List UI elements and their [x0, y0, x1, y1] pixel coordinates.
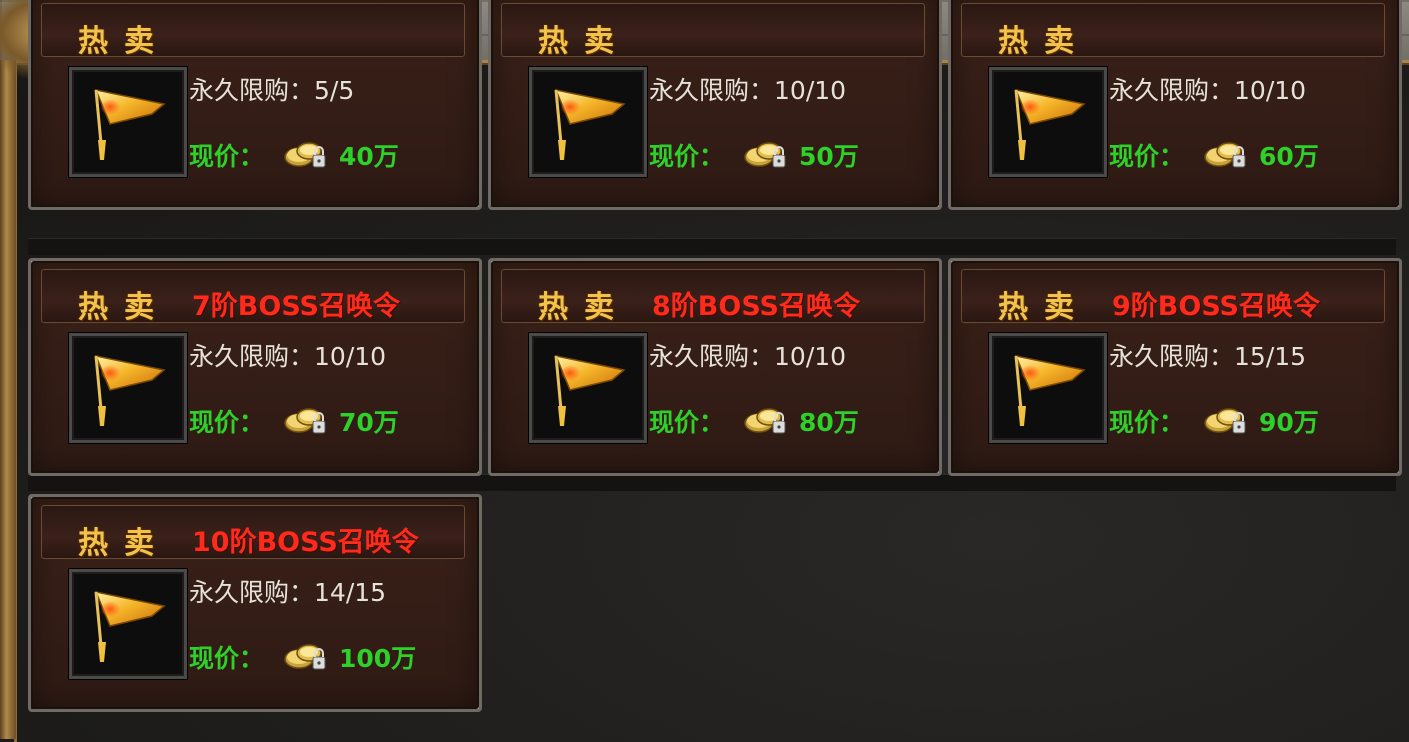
- flag-icon: [90, 346, 170, 430]
- flag-icon: [550, 346, 630, 430]
- gold-coin-icon: [283, 405, 329, 435]
- item-name: 10阶BOSS召唤令: [192, 527, 419, 558]
- purchase-limit: 永久限购：10/10: [189, 337, 386, 373]
- limit-label: 永久限购：: [649, 342, 775, 371]
- item-icon-slot[interactable]: [69, 333, 187, 443]
- item-name: 9阶BOSS召唤令: [1112, 291, 1320, 322]
- card-header: 热卖 7阶BOSS召唤令: [41, 269, 465, 325]
- flag-icon: [90, 80, 170, 164]
- product-card[interactable]: 热卖 永久限购：5/5 现价： 40万: [28, 0, 482, 210]
- price-value: 50万: [799, 142, 859, 171]
- purchase-limit: 永久限购：10/10: [649, 337, 846, 373]
- gold-coin-icon: [743, 139, 789, 169]
- product-card[interactable]: 热卖 10阶BOSS召唤令 永久限购：14/15 现价： 100万: [28, 494, 482, 712]
- limit-value: 10/10: [774, 342, 847, 371]
- item-icon-slot[interactable]: [529, 333, 647, 443]
- hot-sale-label: 热卖: [998, 24, 1090, 59]
- purchase-limit: 永久限购：10/10: [649, 71, 846, 107]
- limit-value: 10/10: [314, 342, 387, 371]
- price-value: 60万: [1259, 142, 1319, 171]
- hot-sale-label: 热卖: [998, 290, 1090, 325]
- limit-label: 永久限购：: [1109, 342, 1235, 371]
- hot-sale-label: 热卖: [78, 290, 170, 325]
- item-icon-slot[interactable]: [529, 67, 647, 177]
- product-card[interactable]: 热卖 9阶BOSS召唤令 永久限购：15/15 现价： 90万: [948, 258, 1402, 476]
- price-value: 100万: [339, 644, 417, 673]
- limit-label: 永久限购：: [189, 578, 315, 607]
- price-value: 40万: [339, 142, 399, 171]
- limit-label: 永久限购：: [189, 76, 315, 105]
- item-name: 7阶BOSS召唤令: [192, 291, 400, 322]
- hot-sale-label: 热卖: [78, 24, 170, 59]
- hot-sale-label: 热卖: [538, 24, 630, 59]
- limit-value: 10/10: [774, 76, 847, 105]
- limit-label: 永久限购：: [649, 76, 775, 105]
- price-label: 现价：: [189, 644, 265, 673]
- row-divider: [28, 474, 1396, 491]
- item-icon-slot[interactable]: [989, 67, 1107, 177]
- purchase-limit: 永久限购：14/15: [189, 573, 386, 609]
- card-header: 热卖: [41, 3, 465, 59]
- limit-value: 15/15: [1234, 342, 1307, 371]
- limit-value: 14/15: [314, 578, 387, 607]
- gold-coin-icon: [1203, 139, 1249, 169]
- product-card[interactable]: 热卖 永久限购：10/10 现价： 60万: [948, 0, 1402, 210]
- limit-label: 永久限购：: [1109, 76, 1235, 105]
- gold-coin-icon: [283, 641, 329, 671]
- gold-coin-icon: [1203, 405, 1249, 435]
- purchase-limit: 永久限购：15/15: [1109, 337, 1306, 373]
- product-card[interactable]: 热卖 永久限购：10/10 现价： 50万: [488, 0, 942, 210]
- price-label: 现价：: [189, 142, 265, 171]
- price-label: 现价：: [1109, 408, 1185, 437]
- price-value: 80万: [799, 408, 859, 437]
- price-value: 90万: [1259, 408, 1319, 437]
- card-header: 热卖 8阶BOSS召唤令: [501, 269, 925, 325]
- price-label: 现价：: [1109, 142, 1185, 171]
- flag-icon: [1010, 80, 1090, 164]
- card-header: 热卖 9阶BOSS召唤令: [961, 269, 1385, 325]
- card-header: 热卖 10阶BOSS召唤令: [41, 505, 465, 561]
- product-card[interactable]: 热卖 8阶BOSS召唤令 永久限购：10/10 现价： 80万: [488, 258, 942, 476]
- gold-coin-icon: [283, 139, 329, 169]
- price-label: 现价：: [189, 408, 265, 437]
- limit-label: 永久限购：: [189, 342, 315, 371]
- product-card[interactable]: 热卖 7阶BOSS召唤令 永久限购：10/10 现价： 70万: [28, 258, 482, 476]
- row-divider: [28, 238, 1396, 255]
- price-value: 70万: [339, 408, 399, 437]
- card-header: 热卖: [501, 3, 925, 59]
- hot-sale-label: 热卖: [538, 290, 630, 325]
- price-label: 现价：: [649, 408, 725, 437]
- flag-icon: [90, 582, 170, 666]
- item-icon-slot[interactable]: [69, 67, 187, 177]
- hot-sale-label: 热卖: [78, 526, 170, 561]
- limit-value: 5/5: [314, 76, 355, 105]
- card-header: 热卖: [961, 3, 1385, 59]
- item-name: 8阶BOSS召唤令: [652, 291, 860, 322]
- gold-coin-icon: [743, 405, 789, 435]
- flag-icon: [550, 80, 630, 164]
- item-icon-slot[interactable]: [989, 333, 1107, 443]
- purchase-limit: 永久限购：10/10: [1109, 71, 1306, 107]
- price-label: 现价：: [649, 142, 725, 171]
- panel-left-frame: [0, 60, 16, 739]
- purchase-limit: 永久限购：5/5: [189, 71, 354, 107]
- limit-value: 10/10: [1234, 76, 1307, 105]
- flag-icon: [1010, 346, 1090, 430]
- item-icon-slot[interactable]: [69, 569, 187, 679]
